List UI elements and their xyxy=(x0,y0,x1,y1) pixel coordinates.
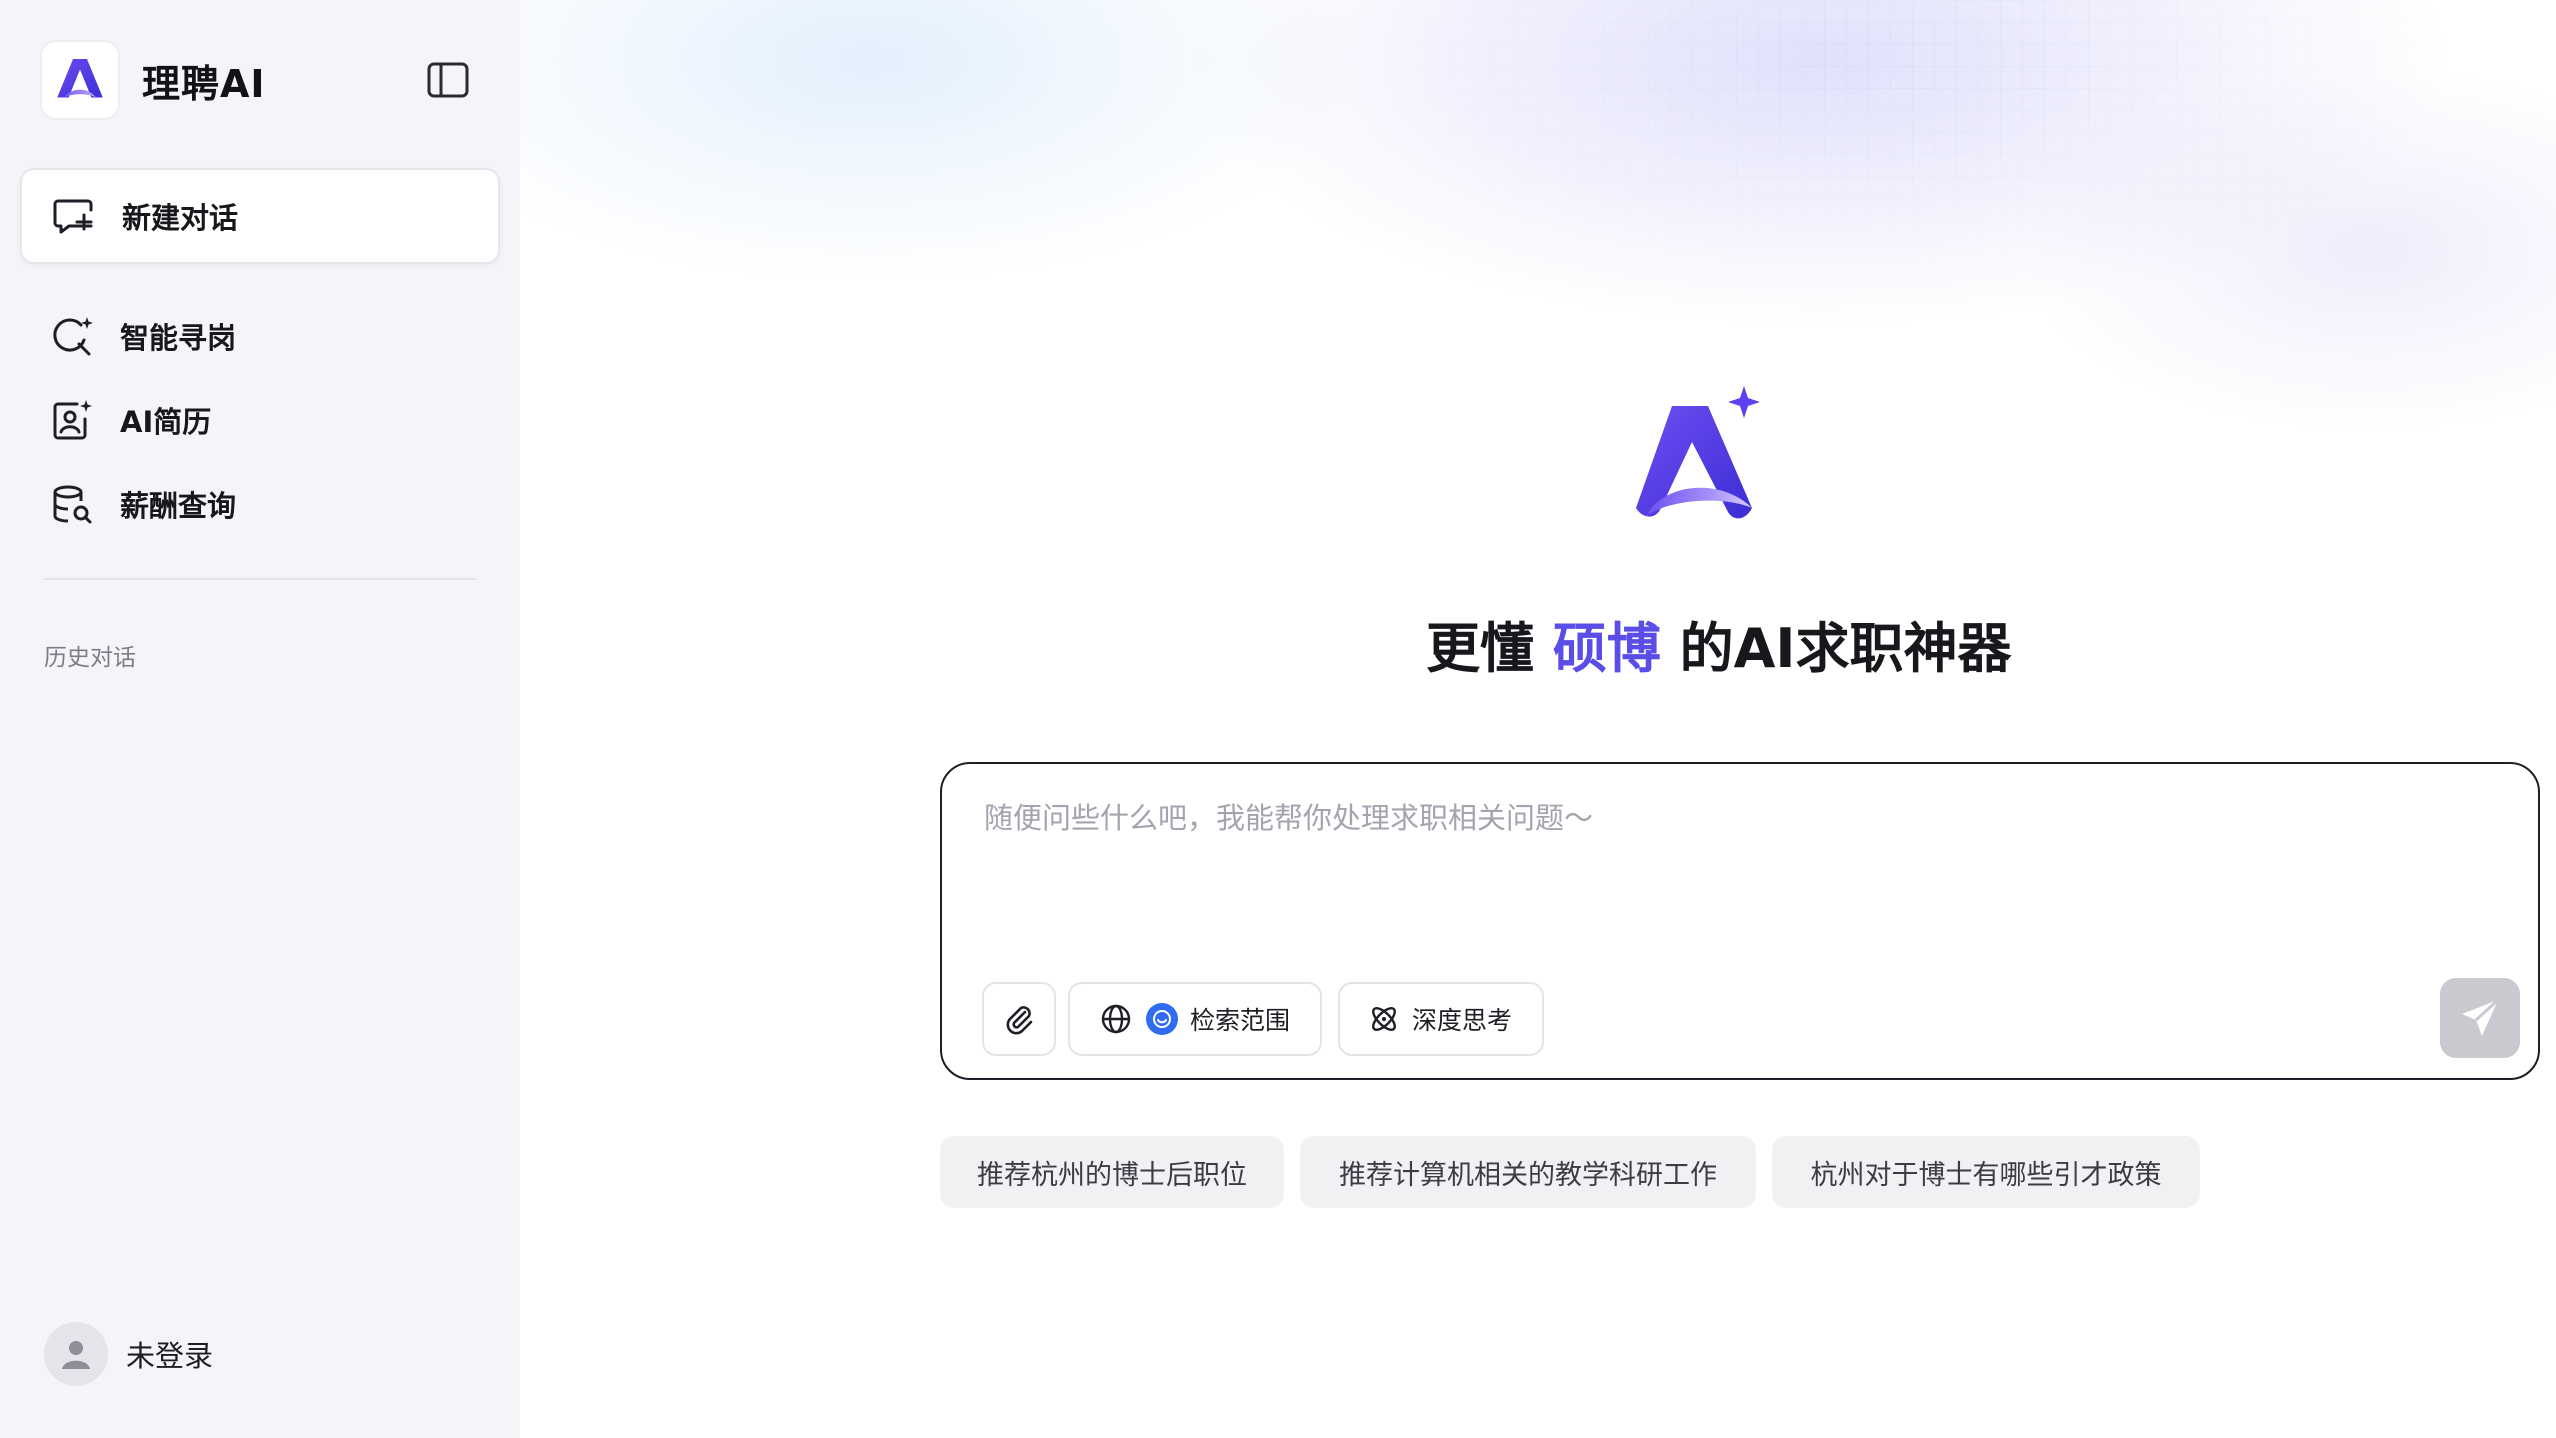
search-scope-label: 检索范围 xyxy=(1190,1006,1291,1035)
brand[interactable]: 理聘AI xyxy=(40,40,266,120)
user-icon xyxy=(62,1341,90,1369)
resume-icon xyxy=(50,398,94,442)
hero-title-prefix: 更懂 xyxy=(1426,617,1534,680)
hero-title-suffix: 的AI求职神器 xyxy=(1679,617,2012,680)
deep-think-button[interactable]: 深度思考 xyxy=(1338,982,1544,1056)
chat-composer: 检索范围 深度思考 xyxy=(940,762,2540,1080)
suggestion-chip-label: 推荐杭州的博士后职位 xyxy=(977,1159,1247,1191)
new-chat-label: 新建对话 xyxy=(122,201,239,235)
paperclip-icon xyxy=(1006,1006,1033,1035)
suggestion-chip[interactable]: 杭州对于博士有哪些引才政策 xyxy=(1772,1136,2200,1208)
deep-think-label: 深度思考 xyxy=(1412,1006,1513,1035)
attach-button[interactable] xyxy=(982,982,1056,1056)
sidebar-item-label: AI简历 xyxy=(120,405,212,439)
sidebar-item-label: 智能寻岗 xyxy=(120,321,237,355)
chat-input[interactable] xyxy=(982,800,2482,836)
sidebar-divider xyxy=(44,578,476,580)
hero-logo-icon xyxy=(1620,386,1780,546)
hero-title: 更懂 硕博 的AI求职神器 xyxy=(1426,604,2556,683)
sidebar-toggle-icon xyxy=(427,62,469,98)
salary-database-icon xyxy=(50,482,94,526)
send-icon xyxy=(2462,998,2500,1036)
sidebar-item-salary[interactable]: 薪酬查询 xyxy=(20,466,500,542)
search-scope-button[interactable]: 检索范围 xyxy=(1068,982,1322,1056)
sidebar: 理聘AI 新建对话 智能寻岗 AI简历 薪酬查询 历史对话 未登录 xyxy=(0,0,520,1438)
main-panel: 更懂 硕博 的AI求职神器 随便问些什么吧，我能帮你处理求职相关问题～ 检索范围… xyxy=(520,0,2556,1438)
suggestion-chip[interactable]: 推荐杭州的博士后职位 xyxy=(940,1136,1284,1208)
suggestion-chip[interactable]: 推荐计算机相关的教学科研工作 xyxy=(1300,1136,1756,1208)
collapse-sidebar-button[interactable] xyxy=(424,58,472,102)
atom-icon xyxy=(1372,1007,1396,1031)
new-chat-icon xyxy=(52,194,96,238)
hero-title-accent: 硕博 xyxy=(1552,617,1661,680)
sidebar-item-ai-resume[interactable]: AI简历 xyxy=(20,382,500,458)
sidebar-item-job-search[interactable]: 智能寻岗 xyxy=(20,298,500,374)
user-status-label: 未登录 xyxy=(126,1339,214,1373)
sidebar-item-label: 薪酬查询 xyxy=(120,489,237,523)
avatar xyxy=(44,1322,108,1386)
globe-icon xyxy=(1101,1004,1131,1034)
search-engine-badge-icon xyxy=(1146,1003,1178,1035)
new-chat-button[interactable]: 新建对话 xyxy=(20,168,500,264)
user-login-button[interactable]: 未登录 xyxy=(44,1322,213,1386)
suggestion-chip-label: 推荐计算机相关的教学科研工作 xyxy=(1339,1159,1717,1191)
send-button[interactable] xyxy=(2440,978,2520,1058)
suggestion-chip-label: 杭州对于博士有哪些引才政策 xyxy=(1810,1159,2162,1191)
brand-logo-icon xyxy=(40,40,120,120)
background-grid xyxy=(1120,0,2556,560)
brand-name: 理聘AI xyxy=(142,61,266,106)
app-root: 理聘AI 新建对话 智能寻岗 AI简历 薪酬查询 历史对话 未登录 更懂 硕博 … xyxy=(0,0,2556,1438)
history-section-title: 历史对话 xyxy=(44,645,136,671)
search-sparkle-icon xyxy=(50,314,94,358)
